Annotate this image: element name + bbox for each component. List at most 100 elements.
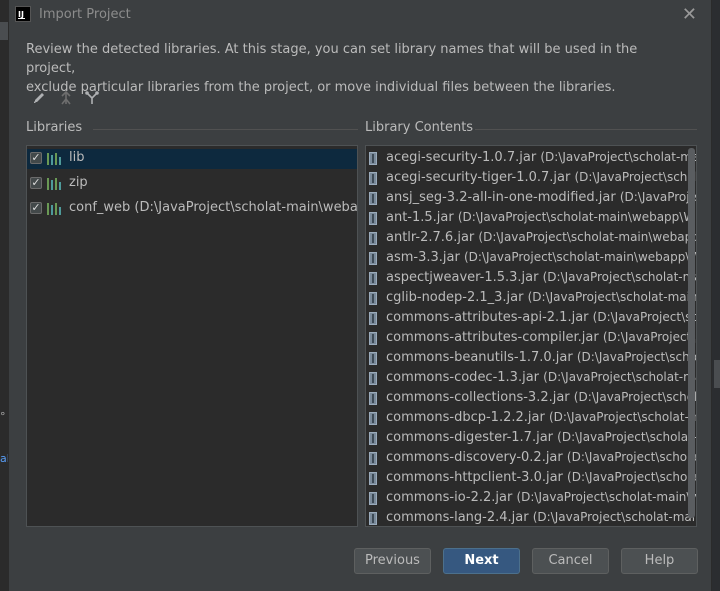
library-contents-list[interactable]: acegi-security-1.0.7.jar (D:\JavaProject…: [365, 145, 697, 527]
jar-file-icon: [369, 432, 377, 445]
intellij-app-icon: IJ: [15, 6, 31, 22]
jar-name: commons-io-2.2.jar: [386, 490, 513, 505]
jar-file-icon: [369, 152, 377, 165]
jar-path: (D:\JavaProject\scholat-m: [566, 450, 696, 464]
libraries-list[interactable]: ✓ lib ✓ zip ✓ conf_web (D:\JavaProject\s…: [26, 145, 358, 527]
library-checkbox[interactable]: ✓: [30, 152, 42, 164]
jar-path: (D:\JavaProject\scholat-r: [574, 170, 696, 184]
jar-list-item[interactable]: asm-3.3.jar (D:\JavaProject\scholat-main…: [366, 249, 696, 269]
jar-path: (D:\JavaProject\scholat-main\we: [532, 510, 696, 524]
jar-name: asm-3.3.jar: [386, 250, 460, 265]
jar-entry-text: acegi-security-1.0.7.jar (D:\JavaProject…: [386, 150, 696, 165]
jar-list-item[interactable]: commons-lang-2.4.jar (D:\JavaProject\sch…: [366, 509, 696, 526]
jar-entry-text: commons-beanutils-1.7.0.jar (D:\JavaProj…: [386, 350, 696, 365]
jar-name: commons-attributes-compiler.jar: [386, 330, 599, 345]
jar-list-item[interactable]: commons-httpclient-3.0.jar (D:\JavaProje…: [366, 469, 696, 489]
jar-entry-text: aspectjweaver-1.5.3.jar (D:\JavaProject\…: [386, 270, 696, 285]
jar-list-item[interactable]: acegi-security-tiger-1.0.7.jar (D:\JavaP…: [366, 169, 696, 189]
jar-entry-text: commons-discovery-0.2.jar (D:\JavaProjec…: [386, 450, 696, 465]
jar-list-item[interactable]: commons-beanutils-1.7.0.jar (D:\JavaProj…: [366, 349, 696, 369]
library-checkbox[interactable]: ✓: [30, 202, 42, 214]
jar-path: (D:\JavaProject\scholat-main\: [543, 370, 696, 384]
jar-list-item[interactable]: commons-discovery-0.2.jar (D:\JavaProjec…: [366, 449, 696, 469]
jar-file-icon: [369, 312, 377, 325]
jar-entry-text: acegi-security-tiger-1.0.7.jar (D:\JavaP…: [386, 170, 696, 185]
contents-separator: [475, 129, 697, 130]
description-line-1: Review the detected libraries. At this s…: [26, 42, 638, 76]
jar-path: (D:\JavaProject\scho: [602, 330, 696, 344]
jar-path: (D:\JavaProject\scholat-main\webapp\WEB: [457, 210, 696, 224]
jar-path: (D:\JavaProject\scholat-main\webapp\WE: [463, 250, 696, 264]
jar-file-icon: [369, 192, 377, 205]
jar-list-item[interactable]: aspectjweaver-1.5.3.jar (D:\JavaProject\…: [366, 269, 696, 289]
background-window-strip: ° al: [0, 0, 8, 591]
jar-list-item[interactable]: commons-digester-1.7.jar (D:\JavaProject…: [366, 429, 696, 449]
jar-name: commons-dbcp-1.2.2.jar: [386, 410, 545, 425]
description-text: Review the detected libraries. At this s…: [26, 40, 666, 97]
jar-entry-text: commons-digester-1.7.jar (D:\JavaProject…: [386, 430, 696, 445]
next-button[interactable]: Next: [443, 548, 520, 574]
jar-entry-text: commons-collections-3.2.jar (D:\JavaProj…: [386, 390, 696, 405]
jar-file-icon: [369, 332, 377, 345]
dialog-title: Import Project: [39, 7, 131, 22]
jar-path: (D:\JavaProject\scholat-r: [573, 390, 696, 404]
jar-file-icon: [369, 272, 377, 285]
jar-entry-text: commons-io-2.2.jar (D:\JavaProject\schol…: [386, 490, 696, 505]
jar-name: ant-1.5.jar: [386, 210, 454, 225]
jar-file-icon: [369, 452, 377, 465]
title-bar[interactable]: IJ Import Project ✕: [9, 0, 711, 30]
jar-list-item[interactable]: commons-attributes-compiler.jar (D:\Java…: [366, 329, 696, 349]
jar-file-icon: [369, 232, 377, 245]
previous-button[interactable]: Previous: [354, 548, 431, 574]
background-window-edge: [714, 360, 720, 388]
jar-list-item[interactable]: commons-attributes-api-2.1.jar (D:\JavaP…: [366, 309, 696, 329]
jar-entry-text: commons-attributes-compiler.jar (D:\Java…: [386, 330, 696, 345]
jar-list-item[interactable]: commons-io-2.2.jar (D:\JavaProject\schol…: [366, 489, 696, 509]
jar-list-item[interactable]: commons-dbcp-1.2.2.jar (D:\JavaProject\s…: [366, 409, 696, 429]
jar-path: (D:\JavaProject\scholat-main\web: [516, 490, 696, 504]
jar-entry-text: commons-lang-2.4.jar (D:\JavaProject\sch…: [386, 510, 696, 525]
jar-file-icon: [369, 252, 377, 265]
help-button[interactable]: Help: [621, 548, 698, 574]
jar-entry-text: commons-codec-1.3.jar (D:\JavaProject\sc…: [386, 370, 696, 385]
jar-entry-text: ansj_seg-3.2-all-in-one-modified.jar (D:…: [386, 190, 696, 205]
jar-path: (D:\JavaProject\scholat-main\we: [527, 290, 696, 304]
jar-list-item[interactable]: ant-1.5.jar (D:\JavaProject\scholat-main…: [366, 209, 696, 229]
jar-list-item[interactable]: commons-codec-1.3.jar (D:\JavaProject\sc…: [366, 369, 696, 389]
close-icon[interactable]: ✕: [682, 4, 697, 25]
jar-name: antlr-2.7.6.jar: [386, 230, 475, 245]
edit-icon[interactable]: [31, 89, 49, 107]
jar-list-item[interactable]: acegi-security-1.0.7.jar (D:\JavaProject…: [366, 149, 696, 169]
jar-list-item[interactable]: antlr-2.7.6.jar (D:\JavaProject\scholat-…: [366, 229, 696, 249]
jar-name: commons-lang-2.4.jar: [386, 510, 529, 525]
library-item-conf-web[interactable]: ✓ conf_web (D:\JavaProject\scholat-main\…: [27, 199, 357, 219]
jar-list-item[interactable]: commons-collections-3.2.jar (D:\JavaProj…: [366, 389, 696, 409]
jar-entry-text: asm-3.3.jar (D:\JavaProject\scholat-main…: [386, 250, 696, 265]
jar-name: ansj_seg-3.2-all-in-one-modified.jar: [386, 190, 616, 205]
library-icon: [47, 203, 63, 215]
jar-file-icon: [369, 292, 377, 305]
jar-name: cglib-nodep-2.1_3.jar: [386, 290, 524, 305]
libraries-header: Libraries: [26, 120, 83, 135]
description-line-2: exclude particular libraries from the pr…: [26, 80, 616, 95]
jar-list-item[interactable]: ansj_seg-3.2-all-in-one-modified.jar (D:…: [366, 189, 696, 209]
jar-list-item[interactable]: cglib-nodep-2.1_3.jar (D:\JavaProject\sc…: [366, 289, 696, 309]
jar-name: commons-httpclient-3.0.jar: [386, 470, 563, 485]
cancel-button[interactable]: Cancel: [532, 548, 609, 574]
split-icon[interactable]: [83, 89, 101, 107]
jar-file-icon: [369, 392, 377, 405]
library-item-zip[interactable]: ✓ zip: [27, 174, 357, 194]
jar-path: (D:\JavaProject\scholat-m: [567, 470, 696, 484]
jar-file-icon: [369, 372, 377, 385]
library-checkbox[interactable]: ✓: [30, 177, 42, 189]
jar-entry-text: antlr-2.7.6.jar (D:\JavaProject\scholat-…: [386, 230, 696, 245]
jar-entry-text: ant-1.5.jar (D:\JavaProject\scholat-main…: [386, 210, 696, 225]
jar-name: commons-digester-1.7.jar: [386, 430, 554, 445]
contents-scrollbar[interactable]: [688, 148, 695, 518]
jar-file-icon: [369, 212, 377, 225]
background-glyph: °: [0, 410, 6, 423]
library-item-lib[interactable]: ✓ lib: [27, 149, 357, 169]
merge-icon[interactable]: [57, 89, 75, 107]
jar-path: (D:\JavaProject\scholat-main\w: [540, 150, 696, 164]
background-tab: [0, 22, 8, 40]
